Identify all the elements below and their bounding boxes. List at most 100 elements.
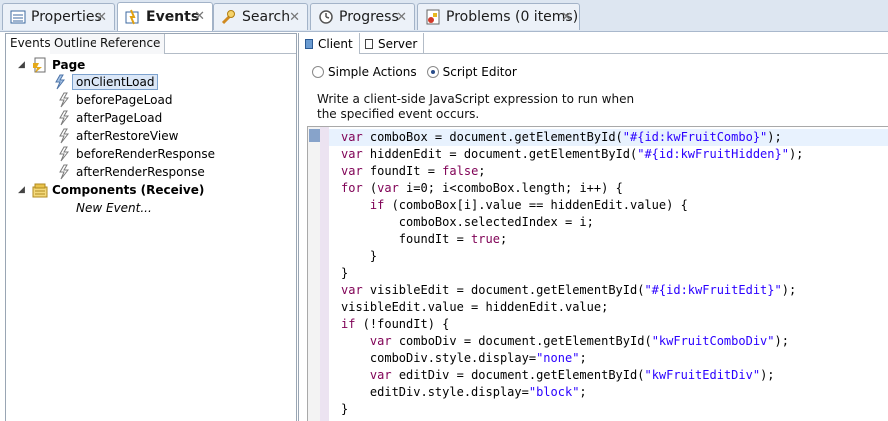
tree-node-page[interactable]: ◢ Page [18,56,85,74]
code-line[interactable]: visibleEdit.value = hiddenEdit.value; [341,299,888,316]
code-token: comboDiv.style.display= [341,351,537,365]
code-line[interactable]: } [341,248,888,265]
tab-label: Client [318,36,353,51]
radio-button[interactable] [426,66,439,78]
close-icon[interactable]: ✕ [289,10,300,25]
code-keyword: for [341,181,363,195]
code-token: visibleEdit.value = hiddenEdit.value; [341,300,609,314]
tab-search[interactable]: Search ✕ [213,3,308,30]
subtab-reference[interactable]: Reference [96,34,166,54]
tree-label: afterRestoreView [76,129,179,143]
code-keyword: var [369,368,392,382]
code-string: "kwFruitComboDiv" [651,334,775,348]
code-line[interactable]: var visibleEdit = document.getElementByI… [341,282,888,299]
code-line[interactable]: var comboBox = document.getElementById("… [329,129,888,146]
radio-script-editor[interactable]: Script Editor [426,65,517,79]
collapse-icon[interactable]: ◢ [18,60,28,70]
code-keyword: var [369,334,392,348]
tab-server[interactable]: Server [359,33,425,54]
tree-event-beforepageload[interactable]: beforePageLoad [56,91,172,109]
mode-radio-group: Simple Actions Script Editor [312,65,527,79]
code-token: ; [579,385,587,399]
tab-label: Search [242,9,291,25]
code-text[interactable]: var comboBox = document.getElementById("… [329,129,888,418]
close-icon[interactable]: ✕ [96,10,107,25]
tree-event-afterrestoreview[interactable]: afterRestoreView [56,127,178,145]
server-icon [365,38,373,49]
tab-label: Properties [31,9,102,25]
code-line[interactable]: if (!foundIt) { [341,316,888,333]
code-token: ( [362,181,378,195]
collapse-icon[interactable]: ◢ [18,185,28,195]
tree-new-event[interactable]: New Event... [76,199,152,217]
tree-event-beforerenderresponse[interactable]: beforeRenderResponse [56,145,215,163]
tree-node-components[interactable]: ◢ Components (Receive) [18,181,204,199]
code-line[interactable]: foundIt = true; [341,231,888,248]
tab-problems[interactable]: Problems (0 items) ✕ [417,3,580,30]
code-line[interactable]: var editDiv = document.getElementById("k… [341,367,888,384]
code-token: ; [579,351,587,365]
tab-label: Events [146,9,200,25]
code-token: (comboBox[i].value == hiddenEdit.value) … [384,198,688,212]
code-line[interactable]: } [341,265,888,282]
code-line[interactable]: } [341,401,888,418]
view-tab-bar: Properties ✕ Events ✕ Search ✕ Progress … [0,0,888,32]
change-ruler [320,127,329,421]
code-token: comboBox.selectedIndex = i; [341,215,594,229]
tree-label: beforeRenderResponse [76,147,215,161]
tab-events[interactable]: Events ✕ [117,2,213,31]
event-icon [59,92,70,108]
code-line[interactable]: var hiddenEdit = document.getElementById… [341,146,888,163]
events-panel: Events Outline Reference ◢ Page onClient… [5,33,297,421]
code-token: ; [499,232,508,246]
tree-event-onclientload[interactable]: onClientLoad [52,73,159,91]
code-token: editDiv.style.display= [341,385,529,399]
code-string: "#{id:kwFruitEdit}" [644,283,782,297]
code-line[interactable]: editDiv.style.display="block"; [341,384,888,401]
event-icon [55,74,66,90]
script-editor[interactable]: var comboBox = document.getElementById("… [307,126,888,421]
code-token: ); [774,334,789,348]
tree-event-afterrenderresponse[interactable]: afterRenderResponse [56,163,205,181]
tab-properties[interactable]: Properties ✕ [2,3,115,30]
code-keyword: var [341,164,363,178]
radio-simple-actions[interactable]: Simple Actions [312,65,417,79]
code-keyword: if [369,198,385,212]
radio-button[interactable] [312,66,324,78]
script-description: Write a client-side JavaScript expressio… [317,92,635,121]
close-icon[interactable]: ✕ [561,10,572,25]
code-keyword: var [341,283,363,297]
search-icon [221,10,235,25]
code-token: ); [788,147,804,161]
code-token: } [341,266,349,280]
code-line[interactable]: var foundIt = false; [341,163,888,180]
code-token: } [341,402,349,416]
code-string: "#{id:kwFruitHidden}" [637,147,789,161]
close-icon[interactable]: ✕ [396,10,407,25]
tree-event-afterpageload[interactable]: afterPageLoad [56,109,162,127]
code-line[interactable]: if (comboBox[i].value == hiddenEdit.valu… [341,197,888,214]
code-line[interactable]: comboDiv.style.display="none"; [341,350,888,367]
close-icon[interactable]: ✕ [194,9,205,24]
tab-client[interactable]: Client [299,33,360,54]
code-token: editDiv = document.getElementById( [391,368,645,382]
code-token: ; [478,164,486,178]
subtab-outline[interactable]: Outline [50,34,103,54]
code-keyword: var [377,181,399,195]
code-token: hiddenEdit = document.getElementById( [362,147,638,161]
code-token: comboDiv = document.getElementById( [391,334,652,348]
subtab-events[interactable]: Events [6,34,56,54]
tree-label: afterRenderResponse [76,165,205,179]
event-icon [59,146,70,162]
tab-label: Server [378,36,418,51]
code-line[interactable]: var comboDiv = document.getElementById("… [341,333,888,350]
code-line[interactable]: for (var i=0; i<comboBox.length; i++) { [341,180,888,197]
code-line[interactable]: comboBox.selectedIndex = i; [341,214,888,231]
tab-progress[interactable]: Progress ✕ [310,3,415,30]
problems-icon [426,9,440,25]
client-server-tabs: Client Server [299,33,888,54]
event-editor-panel: Client Server Simple Actions Script Edit… [298,33,888,421]
